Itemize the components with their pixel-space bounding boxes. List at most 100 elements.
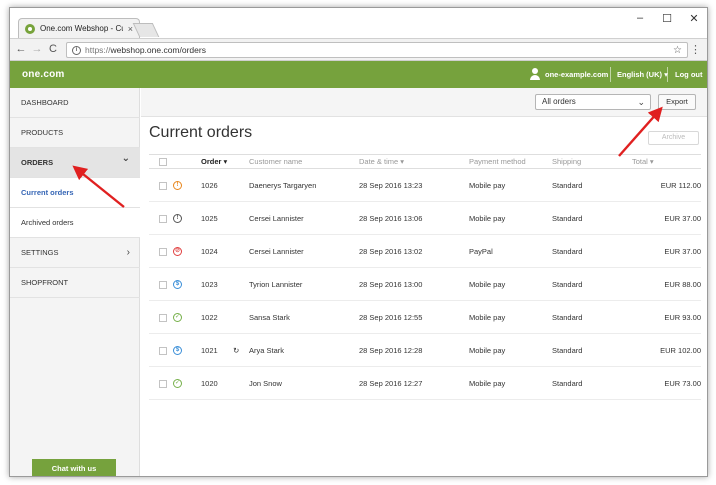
table-row[interactable]: ⊘ 1024 Cersei Lannister 28 Sep 2016 13:02 Pa… <box>149 234 701 268</box>
user-icon <box>530 68 540 80</box>
sidebar-item-dashboard[interactable]: DASHBOARD <box>10 88 140 118</box>
orders-toolbar: All orders ⌄ Export <box>141 88 707 117</box>
onecom-logo[interactable]: one.com <box>22 69 65 80</box>
order-note-icon <box>233 300 249 334</box>
select-all-checkbox[interactable] <box>159 158 167 166</box>
sidebar-item-label: PRODUCTS <box>21 128 64 137</box>
sidebar-item-current-orders[interactable]: Current orders <box>10 178 140 208</box>
account-menu[interactable]: one-example.com <box>530 68 608 80</box>
sidebar-item-products[interactable]: PRODUCTS <box>10 118 140 148</box>
status-cell: $ <box>173 333 201 367</box>
order-number-link[interactable]: 1026 <box>201 168 233 202</box>
header-divider <box>667 67 668 82</box>
customer-name: Cersei Lannister <box>249 234 359 268</box>
row-select-cell <box>149 168 173 202</box>
status-cell: ✓ <box>173 300 201 334</box>
sidebar-item-orders[interactable]: ORDERS ⌄ <box>10 148 140 178</box>
row-select-cell <box>149 267 173 301</box>
archive-button[interactable]: Archive <box>648 131 699 145</box>
order-total: EUR 93.00 <box>632 300 701 334</box>
sidebar-item-archived-orders[interactable]: Archived orders <box>10 208 140 238</box>
row-checkbox[interactable] <box>159 181 167 190</box>
page-title: Current orders <box>149 124 253 141</box>
table-row[interactable]: ! 1025 Cersei Lannister 28 Sep 2016 13:06 Mo… <box>149 201 701 235</box>
main-content: All orders ⌄ Export Current orders Archi… <box>141 88 707 476</box>
table-row[interactable]: ! 1026 Daenerys Targaryen 28 Sep 2016 13:23… <box>149 168 701 202</box>
customer-name: Cersei Lannister <box>249 201 359 235</box>
row-checkbox[interactable] <box>159 313 167 322</box>
order-number-link[interactable]: 1022 <box>201 300 233 334</box>
shipping-method: Standard <box>552 168 632 202</box>
row-checkbox[interactable] <box>159 280 167 289</box>
select-all-cell <box>149 154 173 169</box>
order-number-link[interactable]: 1023 <box>201 267 233 301</box>
status-cell: $ <box>173 267 201 301</box>
sidebar-item-shopfront[interactable]: SHOPFRONT <box>10 268 140 298</box>
order-number-link[interactable]: 1021 <box>201 333 233 367</box>
column-header-total[interactable]: Total ▾ <box>632 154 701 169</box>
row-select-cell <box>149 234 173 268</box>
sidebar-item-settings[interactable]: SETTINGS › <box>10 238 140 268</box>
column-header-payment[interactable]: Payment method <box>469 154 552 169</box>
order-total: EUR 112.00 <box>632 168 701 202</box>
column-header-shipping[interactable]: Shipping <box>552 154 632 169</box>
row-checkbox[interactable] <box>159 247 167 256</box>
customer-name: Jon Snow <box>249 366 359 400</box>
column-header-date[interactable]: Date & time ▾ <box>359 154 469 169</box>
row-checkbox[interactable] <box>159 379 167 388</box>
table-row[interactable]: $1023 Tyrion Lannister 28 Sep 2016 13:00 Mo… <box>149 267 701 301</box>
column-header-order[interactable]: Order ▾ <box>201 154 233 169</box>
order-filter-select[interactable]: All orders ⌄ <box>535 94 651 110</box>
url-scheme: https:// <box>85 45 111 55</box>
order-total: EUR 102.00 <box>632 333 701 367</box>
back-arrow-icon[interactable]: ← <box>14 43 28 55</box>
minimize-icon[interactable]: – <box>628 12 652 24</box>
row-checkbox[interactable] <box>159 346 167 355</box>
order-total: EUR 37.00 <box>632 201 701 235</box>
order-date: 28 Sep 2016 13:02 <box>359 234 469 268</box>
order-status-icon: ✓ <box>173 312 182 322</box>
sidebar-item-label: SETTINGS <box>21 248 59 257</box>
row-select-cell <box>149 300 173 334</box>
bookmark-star-icon[interactable]: ☆ <box>673 45 682 56</box>
payment-method: Mobile pay <box>469 168 552 202</box>
order-status-icon: ! <box>173 213 182 223</box>
order-total: EUR 88.00 <box>632 267 701 301</box>
table-row[interactable]: ✓ 1022 Sansa Stark 28 Sep 2016 12:55 Mobile … <box>149 300 701 334</box>
note-column-header <box>233 154 249 169</box>
order-number-link[interactable]: 1025 <box>201 201 233 235</box>
browser-menu-icon[interactable]: ⋮ <box>690 43 701 56</box>
column-header-customer[interactable]: Customer name <box>249 154 359 169</box>
maximize-icon[interactable]: ☐ <box>655 12 679 25</box>
browser-window: One.com Webshop - Cur × – ☐ ✕ ← → C i ht… <box>9 7 708 477</box>
close-window-icon[interactable]: ✕ <box>682 12 706 25</box>
header-divider <box>610 67 611 82</box>
order-number-link[interactable]: 1024 <box>201 234 233 268</box>
close-tab-icon[interactable]: × <box>128 24 133 34</box>
order-number-link[interactable]: 1020 <box>201 366 233 400</box>
payment-method: Mobile pay <box>469 333 552 367</box>
order-status-icon: ⊘ <box>173 246 182 256</box>
forward-arrow-icon[interactable]: → <box>30 43 44 55</box>
url-text[interactable]: https://webshop.one.com/orders <box>85 45 669 55</box>
order-status-icon: ! <box>173 180 182 190</box>
table-header-row: Order ▾ Customer name Date & time ▾ Paym… <box>149 154 701 169</box>
address-bar[interactable]: i https://webshop.one.com/orders ☆ <box>66 42 688 58</box>
sidebar-item-label: Current orders <box>21 188 74 197</box>
status-cell: ! <box>173 168 201 202</box>
reload-icon[interactable]: C <box>46 43 60 55</box>
browser-tab[interactable]: One.com Webshop - Cur × <box>18 18 140 38</box>
export-button[interactable]: Export <box>658 94 696 110</box>
row-checkbox[interactable] <box>159 214 167 223</box>
chat-button[interactable]: Chat with us <box>32 459 116 476</box>
table-row[interactable]: ✓ 1020 Jon Snow 28 Sep 2016 12:27 Mobile pay… <box>149 366 701 400</box>
order-date: 28 Sep 2016 13:23 <box>359 168 469 202</box>
language-selector[interactable]: English (UK) ▾ <box>617 70 668 79</box>
site-info-icon[interactable]: i <box>72 45 81 55</box>
shipping-method: Standard <box>552 300 632 334</box>
logout-link[interactable]: Log out <box>675 70 703 79</box>
order-date: 28 Sep 2016 12:27 <box>359 366 469 400</box>
shipping-method: Standard <box>552 201 632 235</box>
order-note-icon <box>233 267 249 301</box>
table-row[interactable]: $1021 ↻ Arya Stark 28 Sep 2016 12:28 Mobile … <box>149 333 701 367</box>
